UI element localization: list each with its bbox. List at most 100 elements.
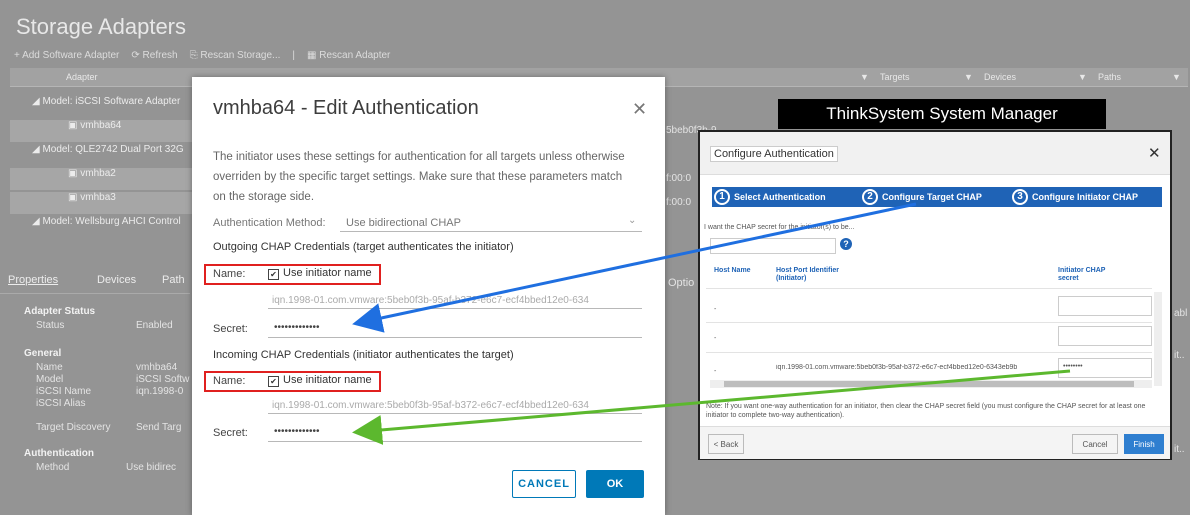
filter-icon[interactable]: ▼ (860, 72, 869, 82)
rescan-adapter-icon: ▦ (307, 50, 320, 61)
toolbar-divider: | (292, 50, 295, 61)
status-value: Enabled (136, 320, 173, 331)
general-heading: General (24, 348, 62, 359)
divider (706, 322, 1152, 323)
peek-text: it.. (1174, 444, 1185, 455)
ok-button[interactable]: OK (586, 470, 644, 498)
initiator-secret-input[interactable] (1058, 326, 1152, 346)
divider (706, 352, 1152, 353)
incoming-secret-label: Secret: (213, 427, 248, 439)
row-host-name: - (714, 335, 717, 342)
outgoing-use-initiator-checkbox[interactable]: ✔ Use initiator name (268, 267, 372, 280)
divider (268, 307, 642, 309)
peek-text: f:00:0 (666, 173, 692, 184)
method-label: Method (36, 462, 70, 473)
outgoing-iqn-value: iqn.1998-01.com.vmware:5beb0f3b-95af-b37… (272, 295, 589, 306)
step-configure-target-chap[interactable]: 2 Configure Target CHAP (862, 187, 982, 207)
iscsi-name-label: iSCSI Name (36, 386, 92, 397)
iscsi-name-value: iqn.1998-0 (136, 386, 184, 397)
checkmark-icon: ✔ (268, 269, 279, 280)
row-host-name: - (714, 306, 717, 313)
cancel-button[interactable]: CANCEL (512, 470, 576, 498)
status-label: Status (36, 320, 65, 331)
column-header-host-name: Host Name (714, 267, 751, 274)
tab-options[interactable]: Optio (668, 277, 694, 289)
close-icon[interactable]: ✕ (632, 99, 647, 120)
filter-icon[interactable]: ▼ (1078, 72, 1087, 82)
tab-paths[interactable]: Path (162, 274, 185, 286)
row-host-name: - (714, 368, 717, 375)
add-software-adapter-button[interactable]: + Add Software Adapter (14, 50, 119, 61)
table-row[interactable]: ◢ Model: Wellsburg AHCI Control (10, 216, 212, 238)
incoming-use-initiator-checkbox[interactable]: ✔ Use initiator name (268, 374, 372, 387)
adapter-status-heading: Adapter Status (24, 306, 96, 317)
outgoing-chap-heading: Outgoing CHAP Credentials (target authen… (213, 241, 514, 253)
auth-method-select[interactable]: Use bidirectional CHAP ⌄ (340, 213, 642, 232)
rescan-adapter-button[interactable]: ▦ Rescan Adapter (307, 50, 390, 61)
rescan-storage-button[interactable]: ⎘ Rescan Storage... (190, 50, 281, 61)
name-value: vmhba64 (136, 362, 178, 373)
refresh-button[interactable]: ⟳ Refresh (131, 50, 177, 61)
filter-icon[interactable]: ▼ (964, 72, 973, 82)
column-header-adapter[interactable]: Adapter (66, 72, 98, 82)
row-host-port: iqn.1998-01.com.vmware:5beb0f3b-95af-b37… (776, 364, 1018, 371)
checkmark-icon: ✔ (268, 376, 279, 387)
ssm-note: Note: If you want one-way authentication… (706, 403, 1146, 419)
horizontal-scrollbar[interactable] (710, 380, 1152, 388)
edit-authentication-dialog: vmhba64 - Edit Authentication ✕ The init… (192, 77, 665, 515)
divider (268, 412, 642, 414)
column-header-devices[interactable]: Devices (984, 72, 1016, 82)
peek-text: f:00:0 (666, 197, 692, 208)
tab-properties[interactable]: Properties (8, 274, 58, 286)
ssm-prompt: I want the CHAP secret for the initiator… (704, 224, 855, 231)
adapter-icon: ▣ (68, 168, 78, 179)
method-value: Use bidirec (126, 462, 177, 473)
scrollbar-thumb[interactable] (724, 381, 1134, 387)
table-row[interactable]: ◢ Model: QLE2742 Dual Port 32G (10, 144, 212, 166)
authentication-heading: Authentication (24, 448, 94, 459)
ssm-dialog-title: Configure Authentication (710, 146, 838, 162)
outgoing-secret-input[interactable]: ••••••••••••• (268, 319, 642, 338)
adapter-icon: ▣ (68, 120, 78, 131)
step-select-authentication[interactable]: 1 Select Authentication (714, 187, 826, 207)
chevron-down-icon: ⌄ (628, 215, 637, 226)
help-icon[interactable]: ? (840, 238, 852, 250)
target-discovery-value: Send Targ (136, 422, 182, 433)
divider (706, 288, 1152, 289)
auth-method-label: Authentication Method: (213, 217, 326, 229)
model-label: Model (36, 374, 64, 385)
initiator-secret-input[interactable] (1058, 296, 1152, 316)
filter-icon[interactable]: ▼ (1172, 72, 1181, 82)
wizard-steps: 1 Select Authentication 2 Configure Target… (712, 187, 1162, 207)
outgoing-name-label: Name: (213, 268, 246, 280)
target-discovery-label: Target Discovery (36, 422, 111, 433)
incoming-chap-heading: Incoming CHAP Credentials (initiator aut… (213, 349, 514, 361)
properties-tabs: Properties Devices Path (0, 269, 190, 294)
finish-button[interactable]: Finish (1124, 434, 1164, 454)
system-manager-banner: ThinkSystem System Manager (778, 99, 1106, 129)
back-button[interactable]: < Back (708, 434, 744, 454)
column-header-paths[interactable]: Paths (1098, 72, 1121, 82)
configure-authentication-dialog: Configure Authentication ✕ 1 Select Authe… (698, 130, 1172, 460)
step-configure-initiator-chap[interactable]: 3 Configure Initiator CHAP (1012, 187, 1138, 207)
incoming-iqn-value: iqn.1998-01.com.vmware:5beb0f3b-95af-b37… (272, 400, 589, 411)
dialog-description: The initiator uses these settings for au… (213, 151, 625, 203)
incoming-secret-input[interactable]: ••••••••••••• (268, 423, 642, 442)
toolbar: + Add Software Adapter ⟳ Refresh ⎘ Resca… (14, 50, 390, 61)
close-icon[interactable]: ✕ (1148, 144, 1161, 162)
column-header-targets[interactable]: Targets (880, 72, 910, 82)
table-row[interactable]: ◢ Model: iSCSI Software Adapter (10, 96, 212, 118)
column-header-host-port: Host Port Identifier (Initiator) (776, 267, 840, 282)
rescan-icon: ⎘ (189, 50, 201, 61)
chap-choice-select[interactable] (710, 238, 836, 254)
ssm-cancel-button[interactable]: Cancel (1072, 434, 1118, 454)
vertical-scrollbar[interactable] (1154, 292, 1162, 386)
name-label: Name (36, 362, 63, 373)
initiator-secret-input[interactable]: •••••••• (1058, 358, 1152, 378)
model-value: iSCSI Softw (136, 374, 190, 385)
column-header-initiator-secret: Initiator CHAP secret (1058, 267, 1106, 282)
tab-devices[interactable]: Devices (97, 274, 136, 286)
dialog-title: vmhba64 - Edit Authentication (213, 97, 479, 119)
auth-method-value: Use bidirectional CHAP (346, 217, 461, 229)
peek-text: abl (1174, 308, 1188, 319)
